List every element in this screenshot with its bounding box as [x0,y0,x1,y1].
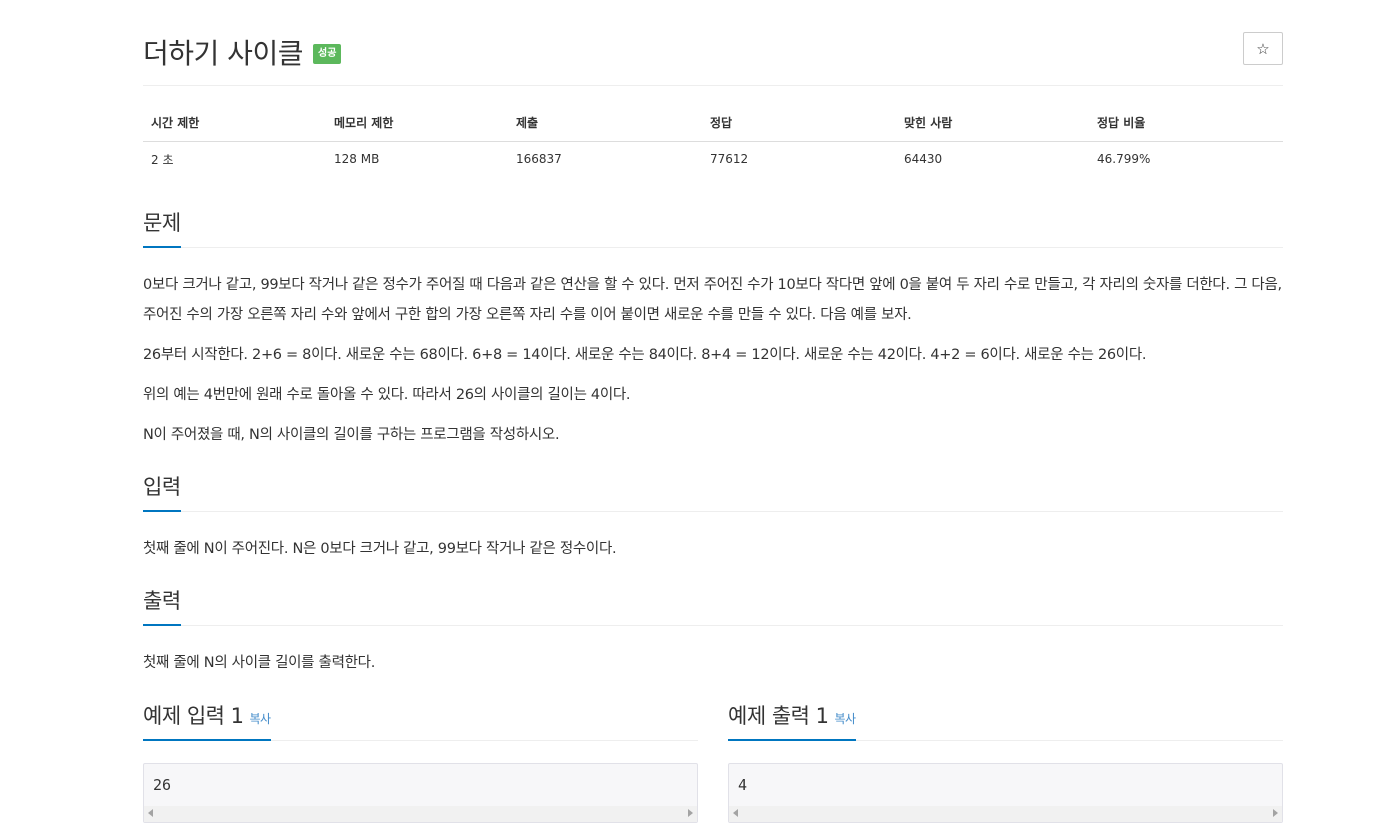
scroll-right-arrow-icon[interactable] [688,809,693,817]
value-solved-users: 64430 [904,152,943,167]
description-paragraph-4: N이 주어졌을 때, N의 사이클의 길이를 구하는 프로그램을 작성하시오. [143,427,560,443]
status-badge: 성공 [313,44,342,64]
sample-output-header: 예제 출력 1 복사 [728,700,1283,741]
header-submissions: 제출 [508,105,702,142]
value-submissions: 166837 [516,152,562,167]
sample-output-heading-wrap: 예제 출력 1 복사 [728,700,856,741]
description-paragraph-3: 위의 예는 4번만에 원래 수로 돌아올 수 있다. 따라서 26의 사이클의 … [143,387,631,403]
input-section-header: 입력 [143,471,1283,512]
sample-output-value: 4 [738,776,748,794]
sample-input-box[interactable]: 26 [143,763,698,823]
value-memory-limit: 128 MB [334,152,380,167]
input-heading: 입력 [143,471,181,512]
sample-input-heading-wrap: 예제 입력 1 복사 [143,700,271,741]
sample-input-scrollbar[interactable] [144,806,697,822]
output-heading: 출력 [143,585,181,626]
info-header-row: 시간 제한 메모리 제한 제출 정답 맞힌 사람 정답 비율 [143,105,1283,142]
sample-output-box[interactable]: 4 [728,763,1283,823]
value-accept-ratio: 46.799% [1097,152,1151,167]
description-paragraph-2: 26부터 시작한다. 2+6 = 8이다. 새로운 수는 68이다. 6+8 =… [143,347,1147,363]
description-section-header: 문제 [143,207,1283,248]
header-time-limit: 시간 제한 [143,105,326,142]
problem-header: 더하기 사이클 성공 ☆ [143,28,1283,86]
sample-input-value: 26 [153,776,172,794]
problem-info-table: 시간 제한 메모리 제한 제출 정답 맞힌 사람 정답 비율 2 초 128 M… [143,105,1283,177]
header-solved-users: 맞힌 사람 [896,105,1089,142]
header-memory-limit: 메모리 제한 [326,105,508,142]
sample-input-heading: 예제 입력 1 [143,704,244,728]
sample-output-heading: 예제 출력 1 [728,704,829,728]
scroll-left-arrow-icon[interactable] [148,809,153,817]
value-time-limit: 2 초 [151,152,174,167]
scroll-left-arrow-icon[interactable] [733,809,738,817]
output-description: 첫째 줄에 N의 사이클 길이를 출력한다. [143,655,376,671]
description-paragraph-1: 0보다 크거나 같고, 99보다 작거나 같은 정수가 주어질 때 다음과 같은… [143,277,1282,323]
problem-title: 더하기 사이클 [143,37,303,70]
value-accepted: 77612 [710,152,749,167]
output-section-header: 출력 [143,585,1283,626]
description-heading: 문제 [143,207,181,248]
scroll-right-arrow-icon[interactable] [1273,809,1278,817]
input-description: 첫째 줄에 N이 주어진다. N은 0보다 크거나 같고, 99보다 작거나 같… [143,541,617,557]
star-button[interactable]: ☆ [1243,32,1283,65]
sample-input-header: 예제 입력 1 복사 [143,700,698,741]
header-accepted: 정답 [702,105,896,142]
sample-output-copy-button[interactable]: 복사 [835,712,857,726]
info-value-row: 2 초 128 MB 166837 77612 64430 46.799% [143,141,1283,177]
star-icon: ☆ [1256,39,1270,58]
sample-input-copy-button[interactable]: 복사 [250,712,272,726]
header-accept-ratio: 정답 비율 [1089,105,1283,142]
problem-page: 더하기 사이클 성공 ☆ 시간 제한 메모리 제한 제출 정답 맞힌 사람 정답… [0,0,1383,840]
sample-output-scrollbar[interactable] [729,806,1282,822]
